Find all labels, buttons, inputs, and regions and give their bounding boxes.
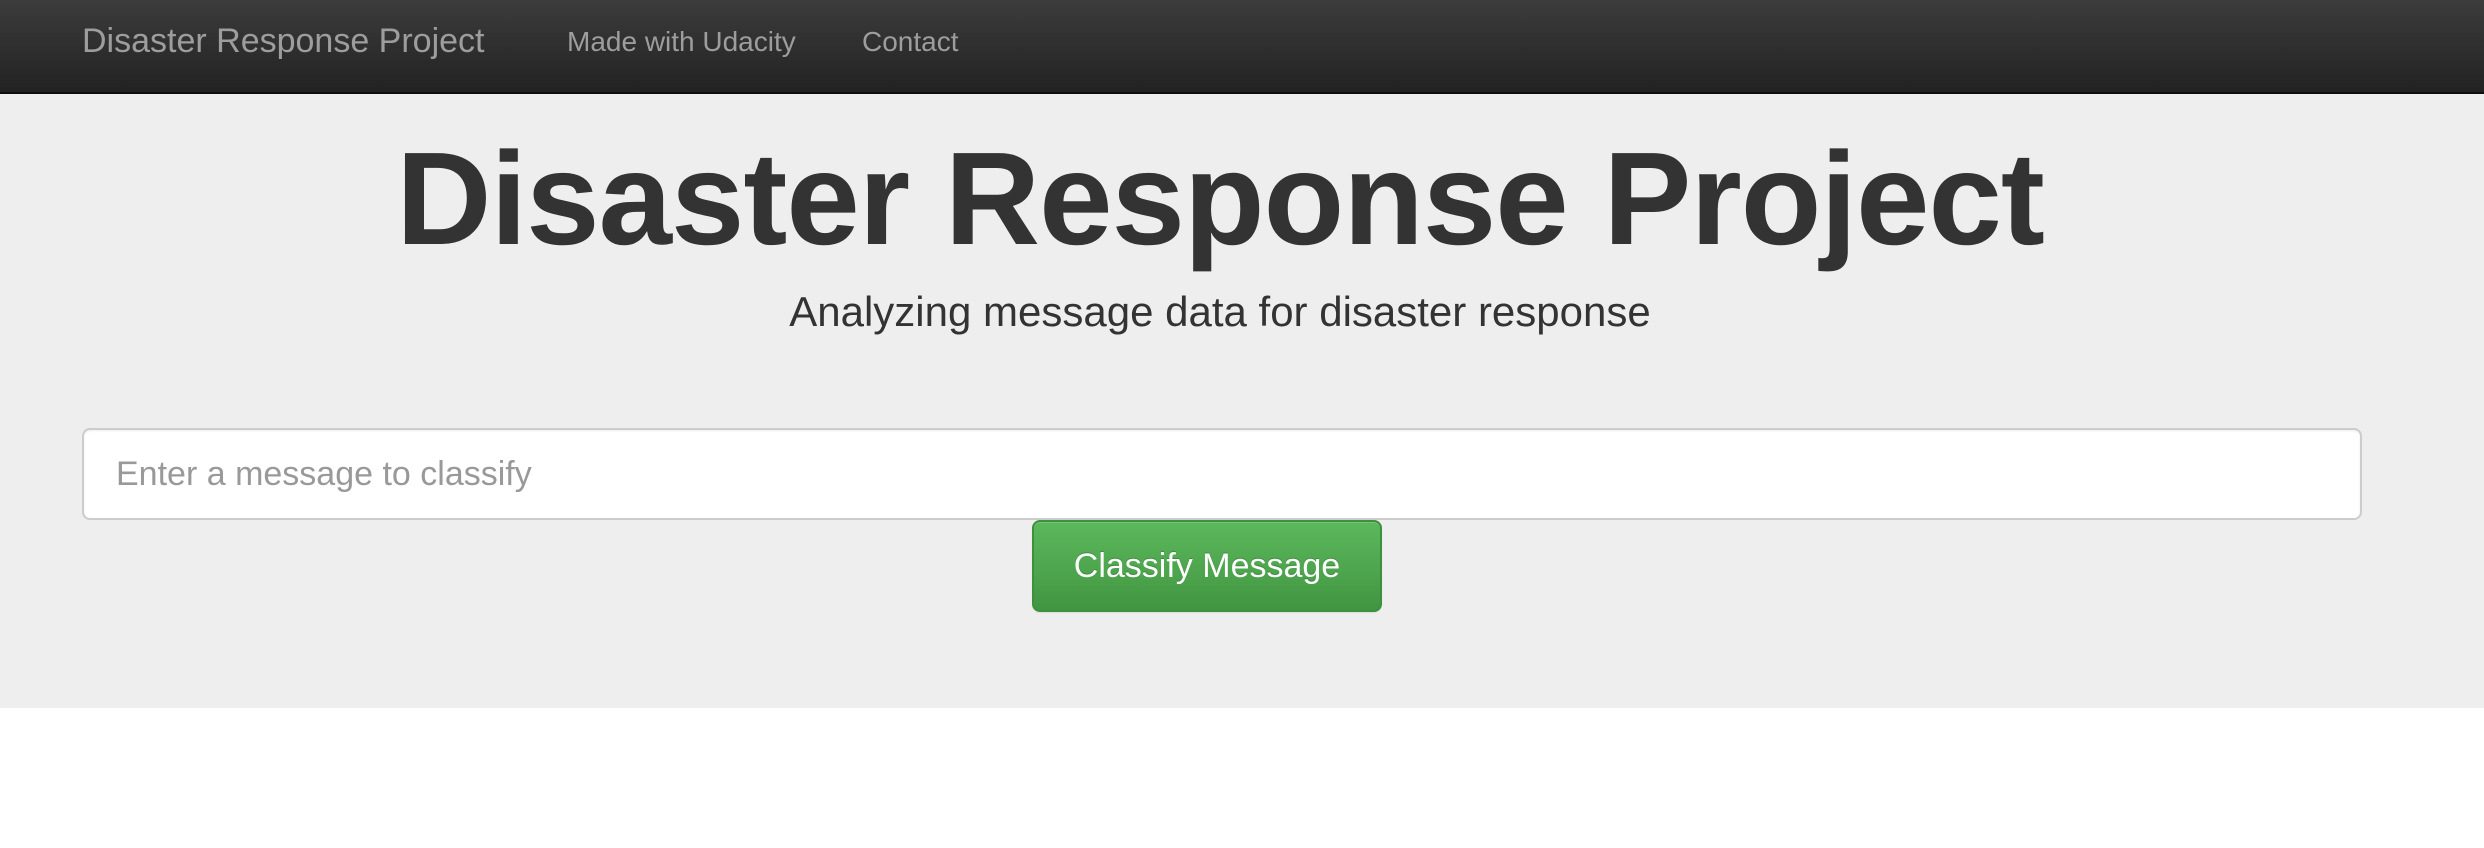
navbar-brand-link[interactable]: Disaster Response Project: [82, 21, 485, 61]
top-navbar: Disaster Response Project Made with Udac…: [0, 0, 2484, 94]
jumbotron: Disaster Response Project Analyzing mess…: [0, 94, 2484, 708]
contact-link[interactable]: Contact: [862, 25, 959, 59]
page-title: Disaster Response Project: [396, 125, 2045, 272]
made-with-udacity-link[interactable]: Made with Udacity: [567, 25, 796, 59]
classify-message-button[interactable]: Classify Message: [1032, 520, 1382, 612]
message-input[interactable]: [82, 428, 2362, 520]
page-subtitle: Analyzing message data for disaster resp…: [789, 288, 1651, 335]
